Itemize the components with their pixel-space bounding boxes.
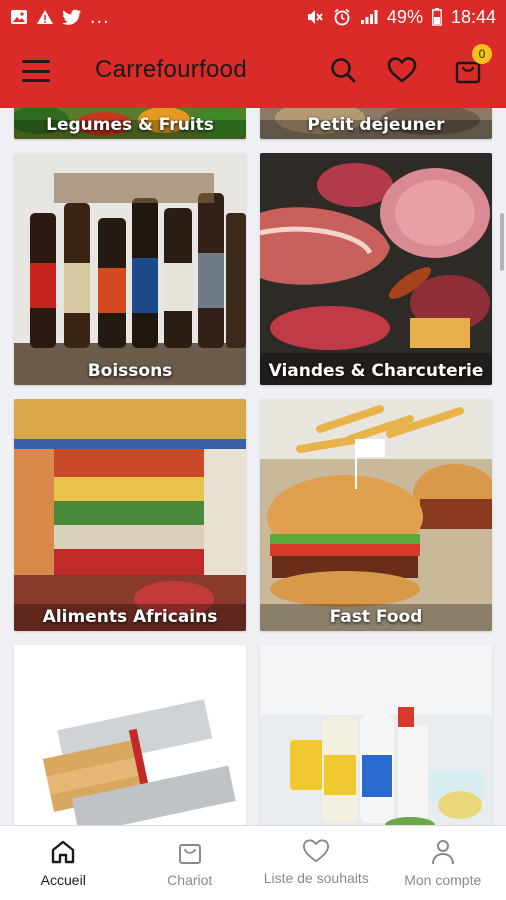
category-card[interactable]: Aliments Africains [14,399,246,631]
heart-icon [387,57,417,83]
home-icon [52,840,75,864]
category-card[interactable]: Legumes & Fruits [14,108,246,139]
search-button[interactable] [327,54,359,86]
category-card[interactable]: Boissons [14,153,246,385]
notification-overflow: ... [90,5,110,28]
person-icon [431,840,454,865]
biscuits-image [14,645,246,825]
category-label: Viandes & Charcuterie [268,361,484,381]
heart-icon [303,839,330,863]
category-card[interactable]: Fast Food [260,399,492,631]
app-title: Carrefourfood [95,56,247,83]
category-card[interactable] [14,645,246,825]
battery-percent: 49% [386,6,423,27]
battery-icon [432,8,442,26]
beverages-image [14,153,246,385]
category-label: Aliments Africains [42,607,218,627]
nav-account[interactable]: Mon compte [380,826,506,900]
search-icon [331,58,356,83]
nav-cart[interactable]: Chariot [127,826,254,900]
category-label: Petit dejeuner [307,115,445,135]
clock-time: 18:44 [450,6,496,27]
shopping-bag-icon [178,844,201,864]
african-foods-image [14,399,246,631]
app-bar: Carrefourfood 0 [0,34,506,108]
cart-count-badge: 0 [472,44,492,64]
cart-button[interactable]: 0 [452,44,492,86]
category-label: Fast Food [329,607,423,627]
nav-label: Mon compte [404,872,482,888]
household-products-image [260,645,492,825]
mute-icon [306,9,324,25]
warning-icon [36,9,54,25]
meat-charcuterie-image [260,153,492,385]
nav-label: Chariot [167,872,213,888]
twitter-icon [62,9,82,25]
status-bar-right: 49% 18:44 [306,7,496,28]
category-card[interactable] [260,645,492,825]
bottom-navigation: Accueil Chariot Liste de souhaits Mon co… [0,825,506,900]
menu-icon-line [22,79,50,82]
fast-food-image [260,399,492,631]
status-bar: ... 49% 18:44 [0,0,506,34]
category-label: Legumes & Fruits [46,115,214,135]
category-card[interactable]: Viandes & Charcuterie [260,153,492,385]
nav-wishlist[interactable]: Liste de souhaits [253,826,380,900]
scrollbar-thumb[interactable] [500,213,504,271]
menu-button[interactable] [22,60,50,82]
signal-icon [360,9,378,25]
nav-home[interactable]: Accueil [0,826,127,900]
image-icon [10,9,28,25]
nav-label: Accueil [40,872,86,888]
alarm-icon [333,8,351,26]
category-label: Boissons [87,361,173,381]
category-grid: Legumes & Fruits Petit dejeuner Boissons… [0,108,506,825]
menu-icon-line [22,60,50,63]
wishlist-button[interactable] [386,54,418,86]
menu-icon-line [22,69,50,73]
category-card[interactable]: Petit dejeuner [260,108,492,139]
nav-label: Liste de souhaits [263,870,369,886]
status-bar-left: ... [10,6,110,29]
